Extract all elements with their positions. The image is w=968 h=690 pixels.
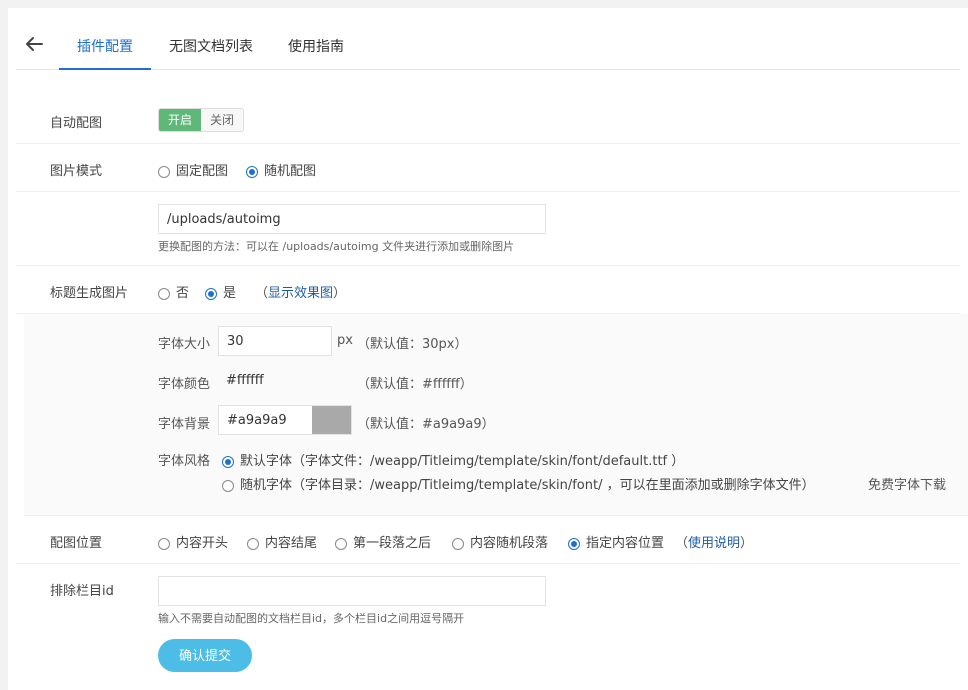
font-color-label: 字体颜色 (158, 377, 211, 392)
font-bg-default: （默认值：#a9a9a9） (357, 417, 495, 432)
radio-checked-icon (568, 537, 580, 550)
radio-icon (158, 287, 170, 300)
position-after-first[interactable]: 第一段落之后 (335, 532, 431, 551)
font-size-default: （默认值：30px） (357, 337, 468, 352)
font-download-link[interactable]: 免费字体下载 (868, 474, 946, 493)
radio-icon (452, 537, 464, 550)
title-img-no[interactable]: 否 (158, 282, 189, 301)
position-help-link[interactable]: 使用说明 (688, 536, 740, 551)
radio-icon (222, 479, 234, 492)
folder-hint: 更换配图的方法：可以在 /uploads/autoimg 文件夹进行添加或删除图… (158, 240, 515, 253)
tab-plugin-config[interactable]: 插件配置 (59, 24, 151, 70)
back-button[interactable] (20, 30, 48, 58)
font-style-random[interactable]: 随机字体（字体目录：/weapp/Titleimg/template/skin/… (222, 474, 815, 493)
title-img-yes[interactable]: 是 (205, 282, 236, 301)
font-size-input[interactable] (218, 326, 332, 356)
arrow-left-icon (26, 37, 43, 51)
font-style-label: 字体风格 (158, 454, 211, 469)
position-end[interactable]: 内容结尾 (247, 532, 317, 551)
preview-link[interactable]: 显示效果图 (268, 286, 333, 301)
font-color-default: （默认值：#ffffff） (357, 377, 473, 392)
position-start[interactable]: 内容开头 (158, 532, 228, 551)
tab-guide[interactable]: 使用指南 (280, 24, 352, 70)
font-style-default[interactable]: 默认字体（字体文件：/weapp/Titleimg/template/skin/… (222, 450, 684, 469)
exclude-input[interactable] (158, 576, 546, 606)
folder-input[interactable] (158, 204, 546, 234)
font-color-value[interactable]: #ffffff (226, 373, 264, 388)
preview-wrap: （显示效果图） (255, 286, 347, 301)
radio-checked-icon (222, 455, 234, 468)
img-mode-random[interactable]: 随机配图 (246, 160, 316, 179)
font-bg-swatch[interactable] (312, 406, 351, 434)
radio-icon (335, 537, 347, 550)
position-random[interactable]: 内容随机段落 (452, 532, 548, 551)
submit-button[interactable]: 确认提交 (158, 639, 252, 672)
toggle-off[interactable]: 关闭 (201, 109, 243, 131)
auto-img-label: 自动配图 (50, 116, 103, 131)
exclude-hint: 输入不需要自动配图的文档栏目id，多个栏目id之间用逗号隔开 (158, 612, 465, 625)
radio-checked-icon (246, 165, 258, 178)
font-size-unit: px (337, 333, 353, 348)
radio-checked-icon (205, 287, 217, 300)
auto-img-toggle[interactable]: 开启 关闭 (158, 108, 245, 132)
position-specified[interactable]: 指定内容位置 (568, 532, 664, 551)
img-mode-label: 图片模式 (50, 164, 103, 179)
position-label: 配图位置 (50, 536, 103, 551)
radio-icon (158, 165, 170, 178)
img-mode-fixed[interactable]: 固定配图 (158, 160, 228, 179)
radio-icon (247, 537, 259, 550)
position-help-wrap: （使用说明） (675, 536, 754, 551)
font-size-label: 字体大小 (158, 337, 211, 352)
tab-bar: 插件配置 无图文档列表 使用指南 (16, 24, 960, 70)
title-img-label: 标题生成图片 (50, 286, 129, 301)
toggle-on[interactable]: 开启 (159, 109, 202, 131)
tab-no-image-list[interactable]: 无图文档列表 (159, 24, 263, 70)
font-bg-label: 字体背景 (158, 417, 211, 432)
radio-icon (158, 537, 170, 550)
exclude-label: 排除栏目id (50, 584, 114, 599)
